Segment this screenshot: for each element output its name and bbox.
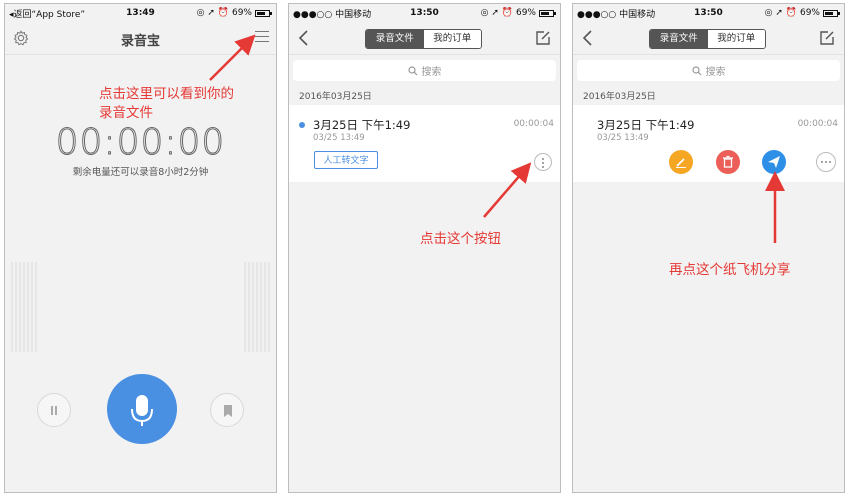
recording-title: 3月25日 下午1:49 [313,118,411,132]
search-icon [691,65,701,75]
list-item[interactable]: 3月25日 下午1:49 03/25 13:49 00:00:04 [573,105,844,182]
edit-icon[interactable] [819,30,835,46]
unread-dot [299,122,305,128]
search-icon [407,65,417,75]
edit-icon[interactable] [535,30,551,46]
date-header: 2016年03月25日 [299,92,372,102]
date-header: 2016年03月25日 [583,92,656,102]
status-icons: ◎ ➚ ⏰ [196,8,229,18]
bookmark-button[interactable] [210,393,244,427]
screen-recorder-home: ◂返回“App Store” 13:49 ◎ ➚ ⏰ 69% 录音宝 00:00… [4,3,277,493]
nav-bar: 录音宝 [5,22,276,55]
battery-percent: 69% [515,8,536,18]
status-bar: ●●●○○ 中国移动 13:50 ◎ ➚ ⏰ 69% [573,4,844,22]
more-options-button[interactable] [534,153,552,171]
battery-icon [539,9,556,17]
more-options-button[interactable] [816,152,836,172]
nav-bar: 录音文件 我的订单 [573,22,844,55]
tab-recordings[interactable]: 录音文件 [366,30,424,48]
screen-recording-actions: ●●●○○ 中国移动 13:50 ◎ ➚ ⏰ 69% 录音文件 我的订单 搜索 … [572,3,845,493]
annotation-share: 再点这个纸飞机分享 [669,262,791,278]
recording-timestamp: 03/25 13:49 [597,133,649,143]
search-input[interactable]: 搜索 [293,60,556,81]
segmented-tabs: 录音文件 我的订单 [649,29,766,49]
waveform-left [11,262,37,352]
recording-duration: 00:00:04 [797,119,838,129]
tab-orders[interactable]: 我的订单 [423,30,481,48]
nav-bar: 录音文件 我的订单 [289,22,560,55]
bookmark-icon [224,405,232,417]
battery-icon [255,9,272,17]
status-icons: ◎ ➚ ⏰ [764,8,797,18]
record-button[interactable] [107,374,177,444]
recording-timestamp: 03/25 13:49 [313,133,365,143]
tab-orders[interactable]: 我的订单 [707,30,765,48]
transcribe-button[interactable]: 人工转文字 [314,151,378,169]
segmented-tabs: 录音文件 我的订单 [365,29,482,49]
app-title: 录音宝 [120,34,160,49]
battery-percent: 69% [799,8,820,18]
search-input[interactable]: 搜索 [577,60,840,81]
back-chevron-icon[interactable] [298,30,310,46]
share-button[interactable] [762,150,786,174]
search-placeholder: 搜索 [705,67,726,78]
status-bar: ●●●○○ 中国移动 13:50 ◎ ➚ ⏰ 69% [289,4,560,22]
annotation-more-button: 点击这个按钮 [420,231,501,247]
recording-title: 3月25日 下午1:49 [597,118,695,132]
pencil-icon [676,158,686,168]
remaining-time-text: 剩余电量还可以录音8小时2分钟 [72,167,209,178]
status-icons: ◎ ➚ ⏰ [480,8,513,18]
recording-duration: 00:00:04 [513,119,554,129]
menu-icon[interactable] [255,31,269,44]
status-bar: ◂返回“App Store” 13:49 ◎ ➚ ⏰ 69% [5,4,276,22]
battery-icon [823,9,840,17]
tab-recordings[interactable]: 录音文件 [650,30,708,48]
waveform-right [244,262,270,352]
search-placeholder: 搜索 [421,67,442,78]
pause-button[interactable] [37,393,71,427]
trash-icon [723,155,733,168]
annotation-menu: 点击这里可以看到你的 录音文件 [99,86,234,121]
back-chevron-icon[interactable] [582,30,594,46]
delete-button[interactable] [716,150,740,174]
rename-button[interactable] [669,150,693,174]
recording-timer: 00:00:00 [55,122,226,164]
battery-percent: 69% [231,8,252,18]
list-item[interactable]: 3月25日 下午1:49 03/25 13:49 00:00:04 人工转文字 [289,105,560,182]
microphone-icon [131,395,153,426]
paper-plane-icon [768,156,780,168]
